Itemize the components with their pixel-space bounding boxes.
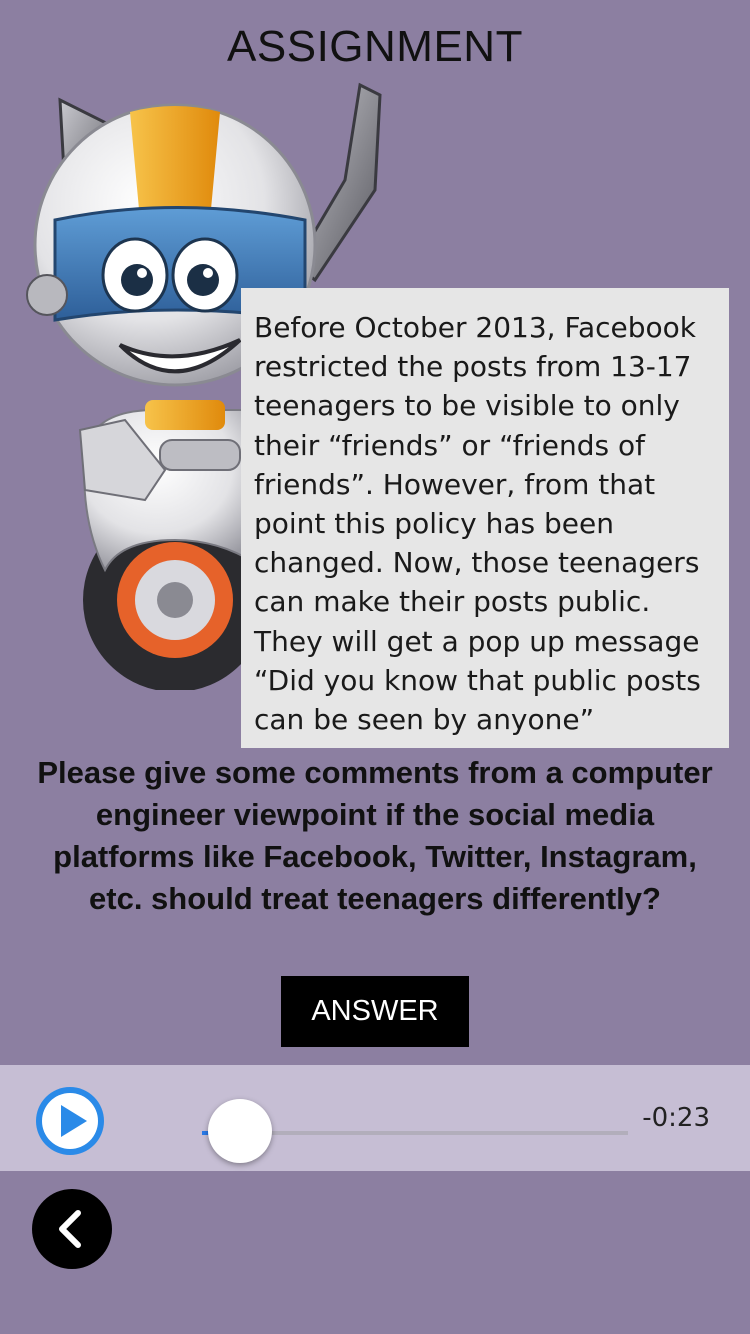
remaining-time: -0:23 xyxy=(642,1103,710,1133)
audio-scrubber-thumb[interactable] xyxy=(208,1099,272,1163)
assignment-paragraph: Before October 2013, Facebook restricted… xyxy=(254,311,701,737)
assignment-text-box[interactable]: Before October 2013, Facebook restricted… xyxy=(241,288,729,748)
assignment-question: Please give some comments from a compute… xyxy=(37,755,713,916)
play-icon[interactable] xyxy=(34,1085,106,1157)
audio-player: -0:23 xyxy=(0,1065,750,1171)
back-button[interactable] xyxy=(32,1189,112,1269)
page-title: ASSIGNMENT xyxy=(227,22,523,71)
chevron-left-icon xyxy=(59,1210,81,1248)
answer-button[interactable]: ANSWER xyxy=(281,976,469,1047)
